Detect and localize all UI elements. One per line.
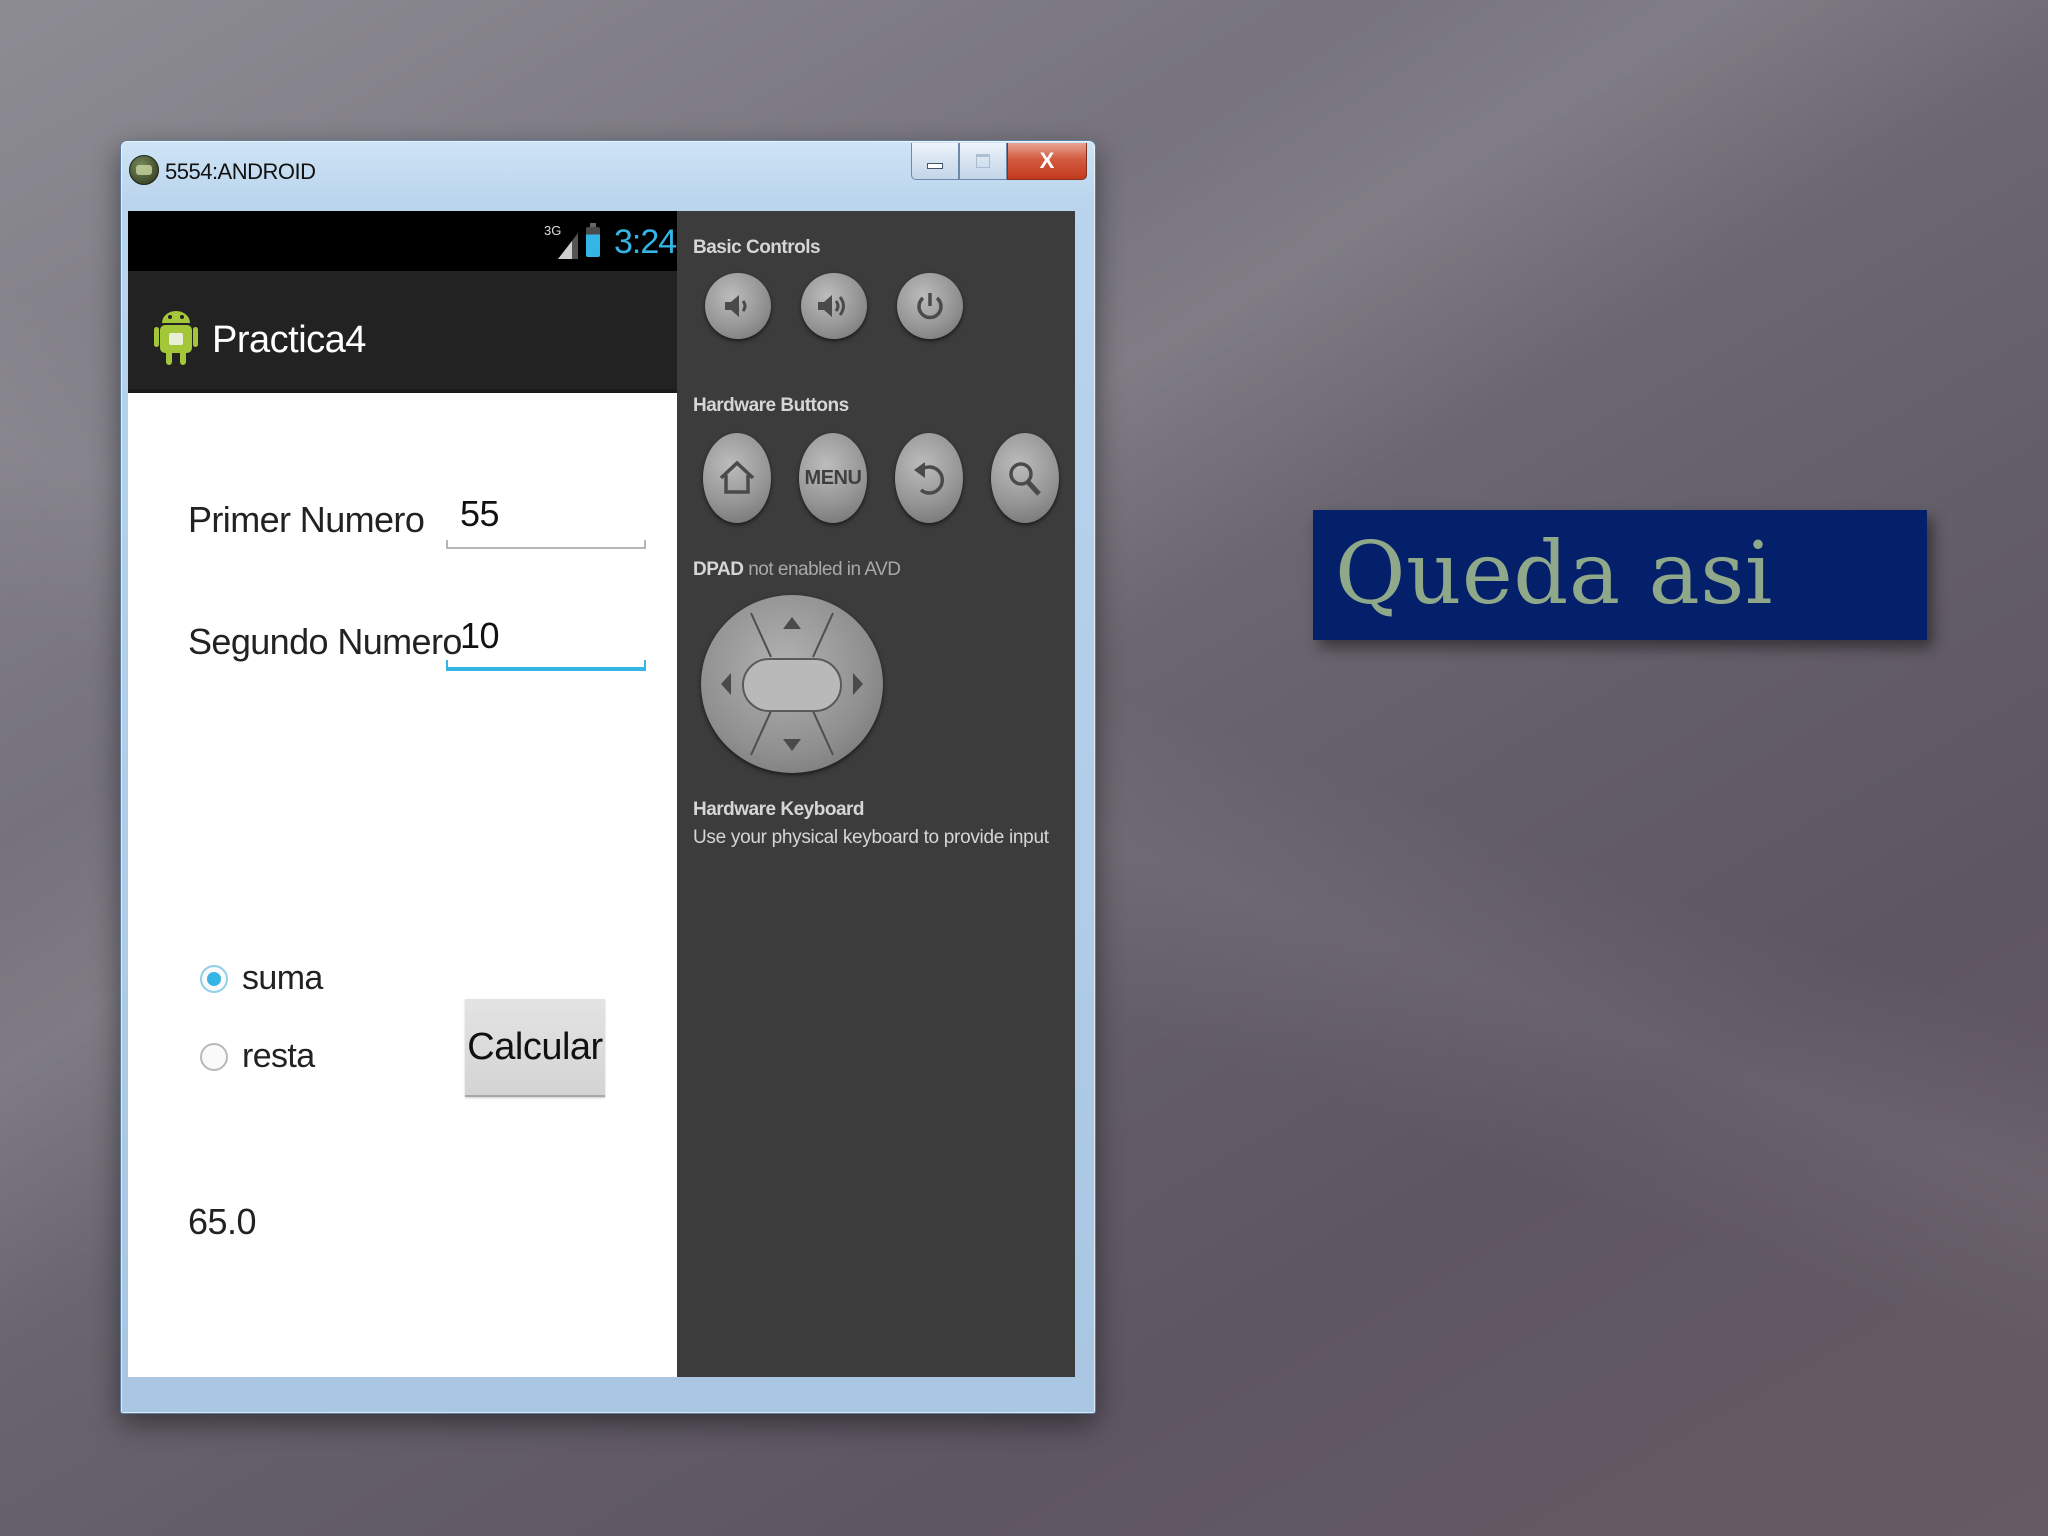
- dpad-down-icon: [783, 739, 801, 751]
- status-bar: 3G 3:24: [128, 211, 677, 271]
- volume-up-button[interactable]: [801, 273, 867, 339]
- hardware-buttons-title: Hardware Buttons: [693, 395, 849, 416]
- android-app-icon: [154, 311, 198, 365]
- search-button[interactable]: [991, 433, 1059, 523]
- primer-numero-field[interactable]: 55: [446, 493, 646, 549]
- maximize-icon: [976, 154, 990, 168]
- hardware-keyboard-title: Hardware Keyboard: [693, 799, 865, 820]
- radio-suma[interactable]: [200, 965, 228, 993]
- segundo-numero-label: Segundo Numero: [188, 621, 462, 662]
- maximize-button[interactable]: [959, 143, 1007, 180]
- slide-title-box: Queda asi: [1313, 510, 1927, 640]
- dpad-center: [742, 658, 842, 712]
- power-icon: [917, 293, 943, 320]
- dpad-right-icon: [853, 673, 863, 695]
- window-title: 5554:ANDROID: [165, 159, 316, 184]
- android-emulator-icon: [129, 155, 159, 185]
- slide-title: Queda asi: [1335, 524, 1773, 624]
- home-icon: [719, 460, 755, 494]
- volume-up-icon: [818, 295, 845, 317]
- search-icon: [1009, 462, 1041, 496]
- dpad-graphic: [721, 612, 863, 756]
- emulator-window: 5554:ANDROID X 3G 3:24 Practica4 Primer …: [120, 140, 1096, 1414]
- app-title: Practica4: [212, 319, 366, 361]
- result-text: 65.0: [188, 1201, 257, 1242]
- device-screen: 3G 3:24 Practica4 Primer Numero 55 Segun…: [128, 211, 677, 1377]
- menu-button-label: MENU: [804, 466, 862, 489]
- volume-down-button[interactable]: [705, 273, 771, 339]
- minimize-icon: [927, 163, 943, 169]
- dpad-title: DPAD not enabled in AVD: [693, 559, 901, 580]
- dpad-up-icon: [783, 617, 801, 629]
- primer-numero-label: Primer Numero: [188, 499, 425, 540]
- radio-resta[interactable]: [200, 1043, 228, 1071]
- minimize-button[interactable]: [911, 143, 959, 180]
- status-clock: 3:24: [614, 223, 677, 261]
- emulator-controls-panel: Basic Controls Hardware Buttons MENU DPA…: [677, 211, 1075, 1377]
- segundo-numero-field[interactable]: 10: [446, 615, 646, 671]
- power-button[interactable]: [897, 273, 963, 339]
- close-button[interactable]: X: [1007, 143, 1087, 180]
- form-content: Primer Numero 55 Segundo Numero 10 suma …: [128, 393, 677, 1377]
- back-icon: [914, 462, 945, 495]
- hardware-keyboard-desc: Use your physical keyboard to provide in…: [693, 827, 1049, 848]
- signal-icon: [558, 233, 578, 259]
- basic-controls-title: Basic Controls: [693, 237, 821, 258]
- dpad-left-icon: [721, 673, 731, 695]
- caption-buttons: X: [911, 143, 1087, 180]
- battery-icon: [586, 227, 600, 257]
- radio-resta-label[interactable]: resta: [242, 1037, 315, 1076]
- volume-down-icon: [725, 295, 747, 317]
- home-button[interactable]: [703, 433, 771, 523]
- action-bar: Practica4: [128, 271, 677, 393]
- radio-suma-label[interactable]: suma: [242, 959, 323, 998]
- dpad: [701, 595, 883, 773]
- back-button[interactable]: [895, 433, 963, 523]
- calcular-button[interactable]: Calcular: [465, 999, 605, 1097]
- menu-button[interactable]: MENU: [799, 433, 867, 523]
